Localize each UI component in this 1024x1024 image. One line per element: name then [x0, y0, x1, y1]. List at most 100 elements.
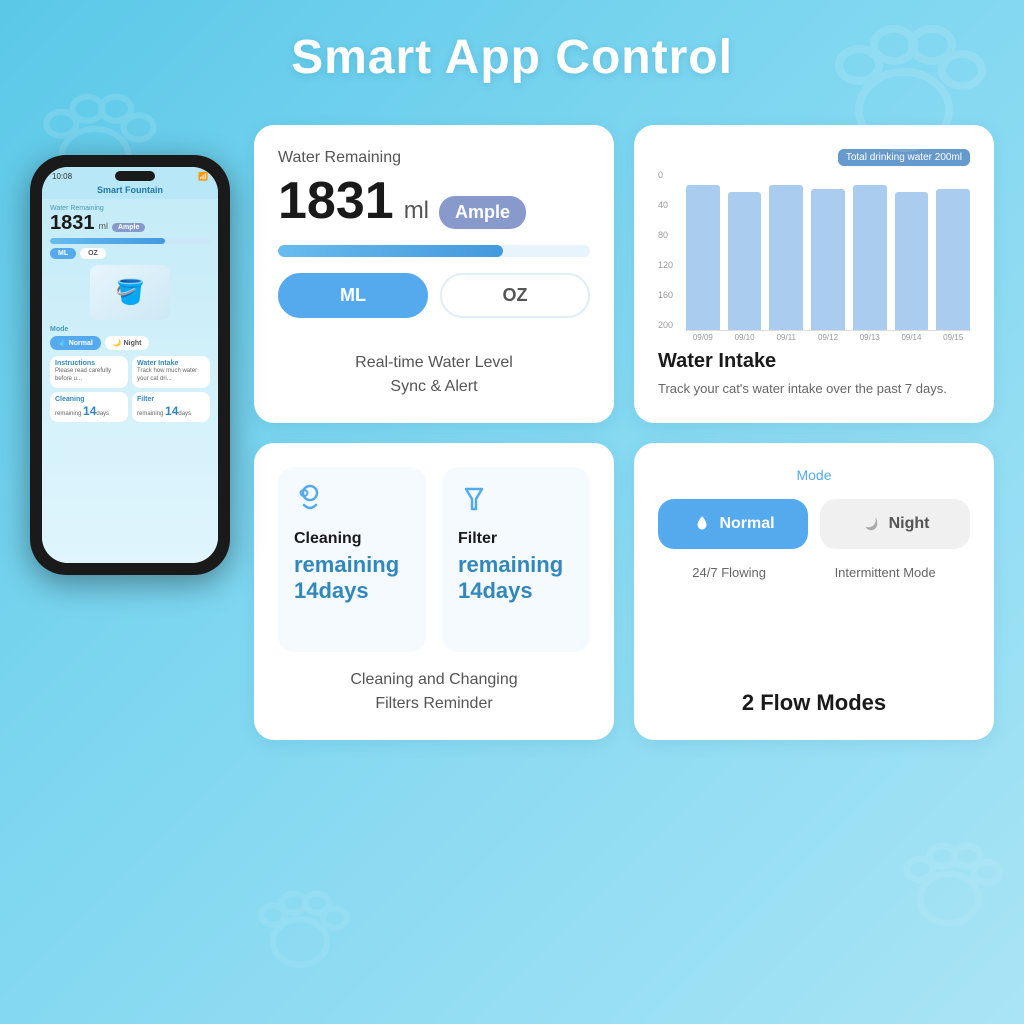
phone-app-name: Smart Fountain — [42, 183, 218, 199]
normal-mode-icon — [691, 513, 713, 535]
card-oz-button[interactable]: OZ — [440, 273, 590, 318]
phone-water-intake-text: Track how much water your cat dri... — [137, 368, 205, 384]
card-caption-line1: Real-time Water Level — [355, 354, 513, 371]
phone-night-label: Night — [124, 340, 142, 347]
cleaning-caption-line2: Filters Reminder — [375, 695, 492, 712]
chart-y-labels: 200 160 120 80 40 0 — [658, 170, 673, 330]
phone-info-grid: Instructions Please read carefully befor… — [50, 356, 210, 422]
card-progress-bar — [278, 245, 590, 257]
chart-bar — [811, 189, 845, 330]
chart-area: 200 160 120 80 40 0 09/09 09/10 09/11 09/12 09/13… — [658, 170, 970, 342]
phone-night-icon: 🌙 — [113, 339, 122, 347]
chart-legend-badge: Total drinking water 200ml — [838, 149, 970, 166]
phone-filter-item: Filter remaining 14days — [132, 392, 210, 422]
card-water-remaining: Water Remaining 1831 ml Ample ML OZ Real… — [254, 125, 614, 423]
phone-cleaning-item: Cleaning remaining 14days — [50, 392, 128, 422]
chart-x-label: 09/09 — [686, 333, 720, 342]
chart-x-label: 09/10 — [728, 333, 762, 342]
phone-ample-badge: Ample — [112, 223, 145, 232]
night-mode-icon — [861, 513, 883, 535]
chart-y-label: 200 — [658, 320, 673, 330]
mode-section-label: Mode — [658, 467, 970, 483]
card-mode: Mode Normal Night 24/7 Flowing Interm — [634, 443, 994, 741]
phone-device: 10:08 📶 Smart Fountain Water Remaining 1… — [30, 155, 230, 575]
card-water-caption: Real-time Water Level Sync & Alert — [278, 351, 590, 399]
card-ample-badge: Ample — [439, 196, 526, 229]
filter-item-title: Filter — [458, 530, 574, 548]
card-water-label: Water Remaining — [278, 149, 590, 167]
remaining-label: remaining — [294, 552, 399, 577]
card-water-unit: ml — [404, 197, 429, 225]
phone-night-button[interactable]: 🌙 Night — [105, 336, 150, 350]
phone-mode-label: Mode — [50, 326, 210, 333]
remaining-label: remaining — [458, 552, 563, 577]
card-water-number: 1831 — [278, 175, 394, 227]
chart-y-label: 0 — [658, 170, 673, 180]
card-chart-title: Water Intake — [658, 350, 970, 373]
cleaning-caption-line1: Cleaning and Changing — [350, 671, 517, 688]
card-progress-fill — [278, 245, 503, 257]
mode-desc-row: 24/7 Flowing Intermittent Mode — [658, 565, 970, 580]
phone-icons: 📶 — [198, 172, 208, 181]
cleaning-item-title: Cleaning — [294, 530, 410, 548]
main-layout: 10:08 📶 Smart Fountain Water Remaining 1… — [0, 115, 1024, 1019]
cards-grid: Water Remaining 1831 ml Ample ML OZ Real… — [254, 115, 994, 740]
phone-instructions-title: Instructions — [55, 360, 123, 367]
flow-modes-title: 2 Flow Modes — [658, 690, 970, 716]
phone-water-number: 1831 — [50, 212, 95, 235]
phone-ml-button[interactable]: ML — [50, 248, 76, 259]
phone-notch — [115, 171, 155, 181]
phone-screen: 10:08 📶 Smart Fountain Water Remaining 1… — [42, 167, 218, 563]
chart-y-label: 160 — [658, 290, 673, 300]
chart-y-label: 120 — [658, 260, 673, 270]
phone-progress-fill — [50, 238, 165, 244]
night-mode-button[interactable]: Night — [820, 499, 970, 549]
cleaning-item: Cleaning remaining 14days — [278, 467, 426, 653]
phone-water-intake-title: Water Intake — [137, 360, 205, 367]
night-mode-label: Night — [889, 515, 930, 533]
phone-oz-button[interactable]: OZ — [80, 248, 106, 259]
phone-normal-label: Normal — [69, 340, 93, 347]
card-water-amount-row: 1831 ml Ample — [278, 175, 590, 229]
phone-status-bar: 10:08 📶 — [42, 167, 218, 183]
normal-mode-desc: 24/7 Flowing — [692, 565, 766, 580]
phone-filter-title: Filter — [137, 396, 205, 403]
phone-unit-row: ML OZ — [50, 248, 210, 259]
phone-normal-button[interactable]: 💧 Normal — [50, 336, 101, 350]
chart-x-label: 09/11 — [769, 333, 803, 342]
chart-bar — [895, 192, 929, 330]
cleaning-days-text: remaining 14days — [294, 552, 410, 604]
chart-bar — [853, 185, 887, 330]
chart-y-label: 80 — [658, 230, 673, 240]
phone-cleaning-days: remaining 14days — [55, 404, 123, 418]
chart-bar — [728, 192, 762, 330]
normal-mode-button[interactable]: Normal — [658, 499, 808, 549]
cleaning-icon — [294, 483, 410, 522]
phone-water-unit: ml — [99, 221, 109, 231]
filter-item: Filter remaining 14days — [442, 467, 590, 653]
phone-water-intake-item: Water Intake Track how much water your c… — [132, 356, 210, 388]
phone-normal-icon: 💧 — [58, 339, 67, 347]
phone-instructions-text: Please read carefully before u... — [55, 368, 123, 384]
phone-water-label: Water Remaining — [50, 205, 210, 212]
phone-mode-row: 💧 Normal 🌙 Night — [50, 336, 210, 350]
phone-filter-days: remaining 14days — [137, 404, 205, 418]
page-title: Smart App Control — [0, 0, 1024, 115]
card-chart-desc: Track your cat's water intake over the p… — [658, 379, 970, 399]
filter-icon — [458, 483, 574, 522]
chart-bar — [936, 189, 970, 330]
chart-y-label: 40 — [658, 200, 673, 210]
phone-fountain-image: 🪣 — [90, 265, 170, 320]
phone-instructions-item: Instructions Please read carefully befor… — [50, 356, 128, 388]
card-ml-button[interactable]: ML — [278, 273, 428, 318]
card-unit-row: ML OZ — [278, 273, 590, 318]
chart-x-label: 09/12 — [811, 333, 845, 342]
card-water-intake: Total drinking water 200ml 200 160 120 80 40… — [634, 125, 994, 423]
cleaning-grid: Cleaning remaining 14days Filter remaini… — [278, 467, 590, 653]
phone-cleaning-title: Cleaning — [55, 396, 123, 403]
phone-mockup: 10:08 📶 Smart Fountain Water Remaining 1… — [30, 155, 230, 575]
card-caption-line2: Sync & Alert — [390, 378, 477, 395]
chart-x-labels: 09/0909/1009/1109/1209/1309/1409/15 — [658, 333, 970, 342]
chart-bar — [686, 185, 720, 330]
chart-x-label: 09/13 — [853, 333, 887, 342]
